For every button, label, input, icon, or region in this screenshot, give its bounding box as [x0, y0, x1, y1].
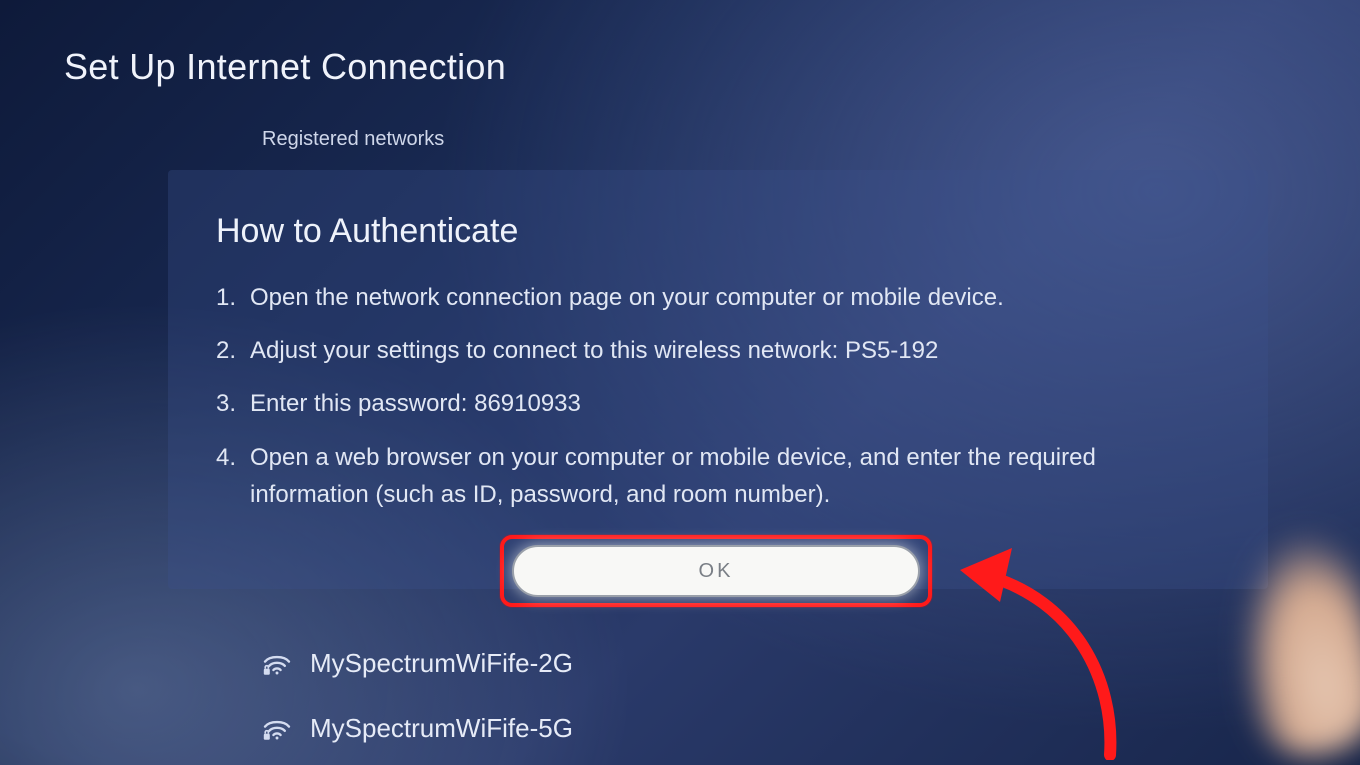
page-title: Set Up Internet Connection	[64, 46, 506, 88]
wifi-lock-icon	[262, 717, 292, 741]
annotation-highlight-box: OK	[500, 535, 932, 607]
network-name: MySpectrumWiFife-2G	[310, 648, 573, 679]
authenticate-dialog: How to Authenticate Open the network con…	[168, 170, 1268, 589]
section-label-registered-networks: Registered networks	[262, 128, 444, 151]
wifi-lock-icon	[262, 652, 292, 676]
ok-button[interactable]: OK	[512, 545, 920, 597]
dialog-title: How to Authenticate	[216, 212, 1220, 251]
step-4: Open a web browser on your computer or m…	[216, 439, 1220, 513]
network-item[interactable]: MySpectrumWiFife-5G	[262, 713, 573, 744]
instruction-steps: Open the network connection page on your…	[216, 279, 1220, 513]
network-list: MySpectrumWiFife-2G MySpectrumWiFife-5G	[262, 648, 573, 744]
step-2: Adjust your settings to connect to this …	[216, 332, 1220, 369]
step-1: Open the network connection page on your…	[216, 279, 1220, 316]
network-name: MySpectrumWiFife-5G	[310, 713, 573, 744]
step-3: Enter this password: 86910933	[216, 385, 1220, 422]
network-item[interactable]: MySpectrumWiFife-2G	[262, 648, 573, 679]
